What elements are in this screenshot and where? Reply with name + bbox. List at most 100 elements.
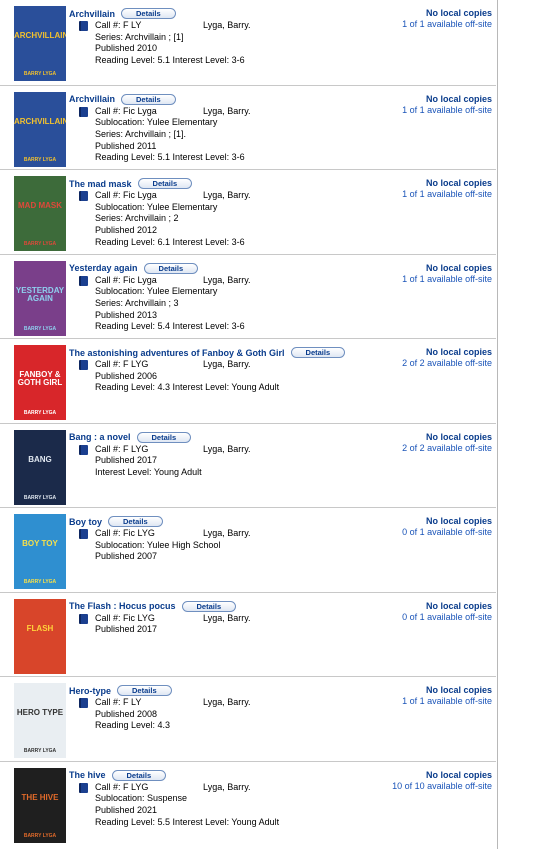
offsite-availability-link[interactable]: 1 of 1 available off-site xyxy=(402,105,492,116)
cover-author-text: BARRY LYGA xyxy=(23,494,57,501)
result-record: FLASH The Flash : Hocus pocus Details Call … xyxy=(0,591,496,677)
record-info-line: Published 2017 xyxy=(95,624,158,635)
record-info-line: Reading Level: 5.4 Interest Level: 3-6 xyxy=(95,321,245,332)
call-number: F LY xyxy=(123,697,142,707)
book-cover-image[interactable]: HERO TYPE BARRY LYGA xyxy=(14,683,66,758)
no-local-copies-label: No local copies xyxy=(425,8,492,18)
record-title-row: The astonishing adventures of Fanboy & G… xyxy=(69,346,346,359)
offsite-availability-link[interactable]: 1 of 1 available off-site xyxy=(402,189,492,200)
book-cover-image[interactable]: MAD MASK BARRY LYGA xyxy=(14,176,66,251)
record-title-link[interactable]: Yesterday again xyxy=(69,263,138,273)
details-button[interactable]: Details xyxy=(290,347,346,358)
record-info-line: Reading Level: 6.1 Interest Level: 3-6 xyxy=(95,236,245,247)
book-format-icon xyxy=(79,191,88,201)
record-details: Call #: F LYG Lyga, Barry. Published 2017 I… xyxy=(95,444,251,479)
record-title-row: Hero-type Details xyxy=(69,684,172,697)
book-format-icon xyxy=(79,21,88,31)
record-author: Lyga, Barry. xyxy=(203,528,251,538)
record-title-link[interactable]: Boy toy xyxy=(69,517,102,527)
offsite-availability-link[interactable]: 2 of 2 available off-site xyxy=(402,443,492,454)
book-format-icon xyxy=(79,698,88,708)
book-cover-image[interactable]: FLASH xyxy=(14,598,66,674)
book-cover-image[interactable]: BANG BARRY LYGA xyxy=(14,429,66,505)
record-info-line: Series: Archvillain ; 3 xyxy=(95,297,179,308)
availability-block: No local copies 0 of 1 available off-site xyxy=(402,601,492,623)
record-title-link[interactable]: The hive xyxy=(69,770,106,780)
book-cover-image[interactable]: BOY TOY BARRY LYGA xyxy=(14,514,66,589)
offsite-availability-link[interactable]: 1 of 1 available off-site xyxy=(402,19,492,30)
book-format-icon xyxy=(79,613,88,624)
record-title-row: Boy toy Details xyxy=(69,515,163,528)
book-cover-image[interactable]: FANBOY & GOTH GIRL BARRY LYGA xyxy=(14,345,66,420)
result-record: ARCHVILLAIN BARRY LYGA Archvillain Details C… xyxy=(0,84,496,170)
cover-title-text: ARCHVILLAIN xyxy=(14,116,66,126)
record-details: Call #: Fic LYG Lyga, Barry. Sublocation: … xyxy=(95,528,251,563)
details-button[interactable]: Details xyxy=(108,516,163,527)
details-button[interactable]: Details xyxy=(111,769,167,781)
call-label: Call #: xyxy=(95,781,121,792)
cover-author-text: BARRY LYGA xyxy=(23,579,57,585)
record-info-line: Series: Archvillain ; [1] xyxy=(95,31,184,42)
call-number: Fic LYG xyxy=(123,612,155,623)
record-info-line: Interest Level: Young Adult xyxy=(95,466,202,477)
no-local-copies-label: No local copies xyxy=(425,262,492,273)
record-title-row: The hive Details xyxy=(69,769,167,782)
record-info-line: Reading Level: 5.1 Interest Level: 3-6 xyxy=(95,55,245,66)
record-title-link[interactable]: The mad mask xyxy=(69,179,132,189)
record-title-link[interactable]: Bang : a novel xyxy=(69,432,131,442)
record-details: Call #: Fic Lyga Lyga, Barry. Sublocation:… xyxy=(95,275,251,334)
record-info-line: Reading Level: 4.3 Interest Level: Young… xyxy=(95,382,280,393)
availability-block: No local copies 1 of 1 available off-site xyxy=(402,178,492,200)
call-label: Call #: xyxy=(95,190,121,200)
record-title-row: The Flash : Hocus pocus Details xyxy=(69,600,237,613)
record-info-line: Sublocation: Yulee Elementary xyxy=(95,201,218,212)
record-author: Lyga, Barry. xyxy=(203,359,251,369)
record-title-row: The mad mask Details xyxy=(69,177,193,190)
details-button[interactable]: Details xyxy=(181,600,237,612)
details-button[interactable]: Details xyxy=(121,8,176,19)
book-cover-image[interactable]: THE HIVE BARRY LYGA xyxy=(14,767,66,843)
call-number: F LYG xyxy=(123,443,149,454)
offsite-availability-link[interactable]: 2 of 2 available off-site xyxy=(402,358,492,369)
availability-block: No local copies 1 of 1 available off-site xyxy=(402,685,492,707)
book-cover-image[interactable]: ARCHVILLAIN BARRY LYGA xyxy=(14,6,66,81)
book-format-icon xyxy=(79,782,88,793)
record-title-link[interactable]: The astonishing adventures of Fanboy & G… xyxy=(69,348,285,358)
offsite-availability-link[interactable]: 0 of 1 available off-site xyxy=(402,612,492,623)
details-button[interactable]: Details xyxy=(136,431,192,443)
call-number: F LY xyxy=(123,20,142,30)
book-cover-image[interactable]: ARCHVILLAIN BARRY LYGA xyxy=(14,91,66,167)
record-title-link[interactable]: Archvillain xyxy=(69,94,115,104)
cover-title-text: BOY TOY xyxy=(22,539,58,548)
record-title-link[interactable]: Hero-type xyxy=(69,686,111,696)
offsite-availability-link[interactable]: 1 of 1 available off-site xyxy=(402,696,492,707)
cover-author-text: BARRY LYGA xyxy=(23,748,57,754)
availability-block: No local copies 10 of 10 available off-si… xyxy=(392,770,492,792)
record-info-line: Published 2013 xyxy=(95,309,158,320)
call-number-row: Call #: Fic LYG Lyga, Barry. xyxy=(95,613,251,625)
cover-title-text: ARCHVILLAIN xyxy=(14,31,66,40)
record-details: Call #: Fic Lyga Lyga, Barry. Sublocation:… xyxy=(95,106,251,165)
record-title-link[interactable]: The Flash : Hocus pocus xyxy=(69,601,176,611)
call-number: F LYG xyxy=(123,781,149,792)
offsite-availability-link[interactable]: 0 of 1 available off-site xyxy=(402,527,492,538)
offsite-availability-link[interactable]: 1 of 1 available off-site xyxy=(402,274,492,285)
call-label: Call #: xyxy=(95,612,121,623)
call-label: Call #: xyxy=(95,359,121,369)
details-button[interactable]: Details xyxy=(137,178,193,189)
record-title-row: Archvillain Details xyxy=(69,7,176,20)
details-button[interactable]: Details xyxy=(117,685,172,696)
record-title-link[interactable]: Archvillain xyxy=(69,9,115,19)
cover-title-text: THE HIVE xyxy=(21,792,59,802)
book-format-icon xyxy=(79,529,88,539)
cover-title-text: HERO TYPE xyxy=(16,708,64,717)
offsite-availability-link[interactable]: 10 of 10 available off-site xyxy=(392,781,492,792)
book-cover-image[interactable]: YESTERDAY AGAIN BARRY LYGA xyxy=(14,260,66,336)
result-record: YESTERDAY AGAIN BARRY LYGA Yesterday again… xyxy=(0,253,496,339)
record-author: Lyga, Barry. xyxy=(203,443,251,454)
call-label: Call #: xyxy=(95,105,121,116)
details-button[interactable]: Details xyxy=(121,93,176,105)
details-button[interactable]: Details xyxy=(143,262,199,274)
no-local-copies-label: No local copies xyxy=(425,347,492,357)
call-label: Call #: xyxy=(95,697,121,707)
